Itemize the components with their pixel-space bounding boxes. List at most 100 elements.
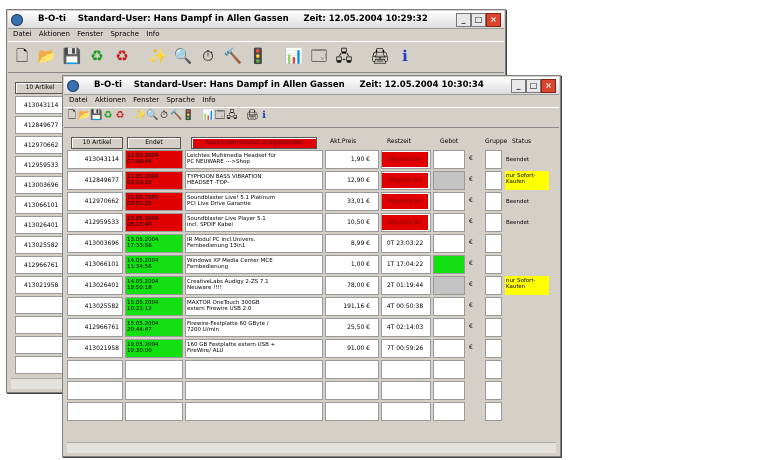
window-icon[interactable]: 🗔 — [309, 46, 329, 66]
open-folder-icon[interactable]: 📂 — [78, 108, 90, 124]
menu-info[interactable]: Info — [202, 95, 215, 106]
close-button[interactable]: × — [541, 79, 556, 93]
new-document-icon[interactable]: 🗋 — [66, 108, 78, 124]
row-id[interactable] — [67, 381, 123, 400]
back-table-row[interactable]: 413003696 — [15, 176, 65, 194]
column-header-price[interactable]: Akt.Preis — [330, 138, 356, 145]
group-input[interactable] — [485, 150, 502, 169]
row-id[interactable]: 412970662 — [67, 192, 123, 211]
row-title[interactable]: CreativeLabs Audigy 2-ZS 7.1 Neuware !!!! — [185, 276, 323, 295]
menu-datei[interactable]: Datei — [13, 29, 32, 40]
back-table-row[interactable]: 412970662 — [15, 136, 65, 154]
menu-datei[interactable]: Datei — [69, 95, 88, 106]
bid-input[interactable] — [433, 360, 465, 379]
save-icon[interactable]: 💾 — [62, 46, 82, 66]
back-window-titlebar[interactable]: B-O-ti Standard-User: Hans Dampf in Alle… — [8, 11, 504, 29]
filter-button[interactable]: Auktionsende/Zeit ausgeblendet — [191, 137, 317, 149]
chart-icon[interactable]: 📊 — [284, 46, 304, 66]
group-input[interactable] — [485, 276, 502, 295]
row-title[interactable]: Firewire-Festplatte 60 GByte /7200 U/min — [185, 318, 323, 337]
refresh-all-icon[interactable]: ♻ — [112, 46, 132, 66]
bid-input[interactable] — [433, 234, 465, 253]
back-table-row[interactable]: 412966761 — [15, 256, 65, 274]
row-id[interactable]: 413003696 — [67, 234, 123, 253]
bid-input[interactable] — [433, 171, 465, 190]
row-id[interactable]: 413021958 — [67, 339, 123, 358]
group-input[interactable] — [485, 318, 502, 337]
back-table-row[interactable] — [15, 316, 65, 334]
wizard-icon[interactable]: ✨ — [134, 108, 146, 124]
back-table-row[interactable] — [15, 336, 65, 354]
info-icon[interactable]: ℹ — [395, 46, 415, 66]
back-table-row[interactable]: 412959533 — [15, 156, 65, 174]
front-window-titlebar[interactable]: B-O-ti Standard-User: Hans Dampf in Alle… — [64, 77, 559, 95]
refresh-icon[interactable]: ♻ — [87, 46, 107, 66]
row-title[interactable]: Windows XP Media Center MCE Fernbedienung — [185, 255, 323, 274]
save-icon[interactable]: 💾 — [90, 108, 102, 124]
bid-input[interactable] — [433, 213, 465, 232]
back-table-row[interactable]: 413043114 — [15, 96, 65, 114]
refresh-icon[interactable]: ♻ — [102, 108, 114, 124]
back-table-row[interactable] — [15, 296, 65, 314]
menu-aktionen[interactable]: Aktionen — [39, 29, 70, 40]
row-id[interactable] — [67, 360, 123, 379]
traffic-light-icon[interactable]: 🚦 — [182, 108, 194, 124]
menu-aktionen[interactable]: Aktionen — [95, 95, 126, 106]
articles-button[interactable]: 10 Artikel — [71, 137, 123, 149]
clock-icon[interactable]: ⏱ — [158, 108, 170, 124]
column-header-rest[interactable]: Restzeit — [387, 138, 411, 145]
bid-input[interactable] — [433, 297, 465, 316]
row-id[interactable] — [67, 402, 123, 421]
group-input[interactable] — [485, 339, 502, 358]
back-table-row[interactable] — [15, 356, 65, 374]
group-input[interactable] — [485, 360, 502, 379]
maximize-button[interactable]: □ — [526, 79, 541, 93]
menu-sprache[interactable]: Sprache — [110, 29, 139, 40]
bid-input[interactable] — [433, 192, 465, 211]
bid-input[interactable] — [433, 150, 465, 169]
row-id[interactable]: 413026401 — [67, 276, 123, 295]
row-id[interactable]: 413043114 — [67, 150, 123, 169]
traffic-light-icon[interactable]: 🚦 — [248, 46, 268, 66]
column-header-bid[interactable]: Gebot — [440, 138, 458, 145]
group-input[interactable] — [485, 192, 502, 211]
row-title[interactable]: IR Modul PC incl.Univers. Fernbedienung 1… — [185, 234, 323, 253]
row-id[interactable]: 412849677 — [67, 171, 123, 190]
menu-sprache[interactable]: Sprache — [166, 95, 195, 106]
info-icon[interactable]: ℹ — [258, 108, 270, 124]
bid-input[interactable] — [433, 339, 465, 358]
menu-fenster[interactable]: Fenster — [77, 29, 103, 40]
row-title[interactable]: Soundblaster Live! 5.1 Platinum PCI Live … — [185, 192, 323, 211]
search-icon[interactable]: 🔍 — [146, 108, 158, 124]
window-icon[interactable]: 🗔 — [214, 108, 226, 124]
clock-icon[interactable]: ⏱ — [198, 46, 218, 66]
row-title[interactable]: 160 GB Festplatte extern USB + FireWire/ … — [185, 339, 323, 358]
group-input[interactable] — [485, 171, 502, 190]
minimize-button[interactable]: _ — [456, 13, 471, 27]
hammer-icon[interactable]: 🔨 — [223, 46, 243, 66]
open-folder-icon[interactable]: 📂 — [37, 46, 57, 66]
row-id[interactable]: 412966761 — [67, 318, 123, 337]
back-table-row[interactable]: 413026401 — [15, 216, 65, 234]
row-id[interactable]: 413066101 — [67, 255, 123, 274]
new-document-icon[interactable]: 🗋 — [12, 46, 32, 66]
row-id[interactable]: 412959533 — [67, 213, 123, 232]
search-icon[interactable]: 🔍 — [173, 46, 193, 66]
group-input[interactable] — [485, 381, 502, 400]
front-horizontal-scrollbar[interactable] — [67, 442, 556, 453]
column-header-group[interactable]: Gruppe — [485, 138, 507, 145]
row-title[interactable]: TYPHOON BASS VIBRATION HEADSET -TOP- — [185, 171, 323, 190]
print-icon[interactable]: 🖨 — [246, 108, 259, 124]
bid-input[interactable] — [433, 318, 465, 337]
back-table-row[interactable]: 413025582 — [15, 236, 65, 254]
row-title[interactable]: Leichtes Multimedia Headset für PC NEUWAR… — [185, 150, 323, 169]
back-table-row[interactable]: 412849677 — [15, 116, 65, 134]
menu-fenster[interactable]: Fenster — [133, 95, 159, 106]
bid-input[interactable] — [433, 381, 465, 400]
close-button[interactable]: × — [486, 13, 501, 27]
bid-input[interactable] — [433, 255, 465, 274]
menu-info[interactable]: Info — [146, 29, 159, 40]
refresh-all-icon[interactable]: ♻ — [114, 108, 126, 124]
bid-input[interactable] — [433, 402, 465, 421]
wizard-icon[interactable]: ✨ — [148, 46, 168, 66]
